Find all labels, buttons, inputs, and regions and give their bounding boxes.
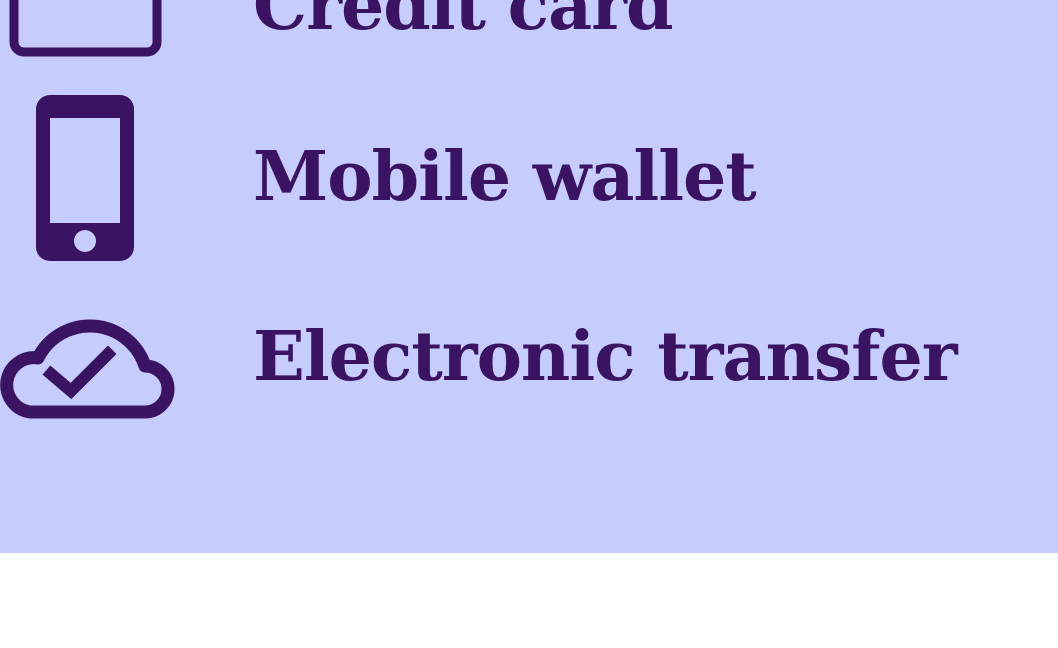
method-label-credit-card: Credit card <box>253 0 674 46</box>
cloud-check-icon <box>0 319 175 419</box>
method-label-mobile-wallet: Mobile wallet <box>253 137 757 217</box>
payment-methods-panel: Credit card Mobile wallet Electronic tra… <box>0 0 1058 553</box>
mobile-phone-icon <box>36 95 134 261</box>
credit-card-icon <box>9 0 162 57</box>
method-label-electronic-transfer: Electronic transfer <box>253 317 958 397</box>
